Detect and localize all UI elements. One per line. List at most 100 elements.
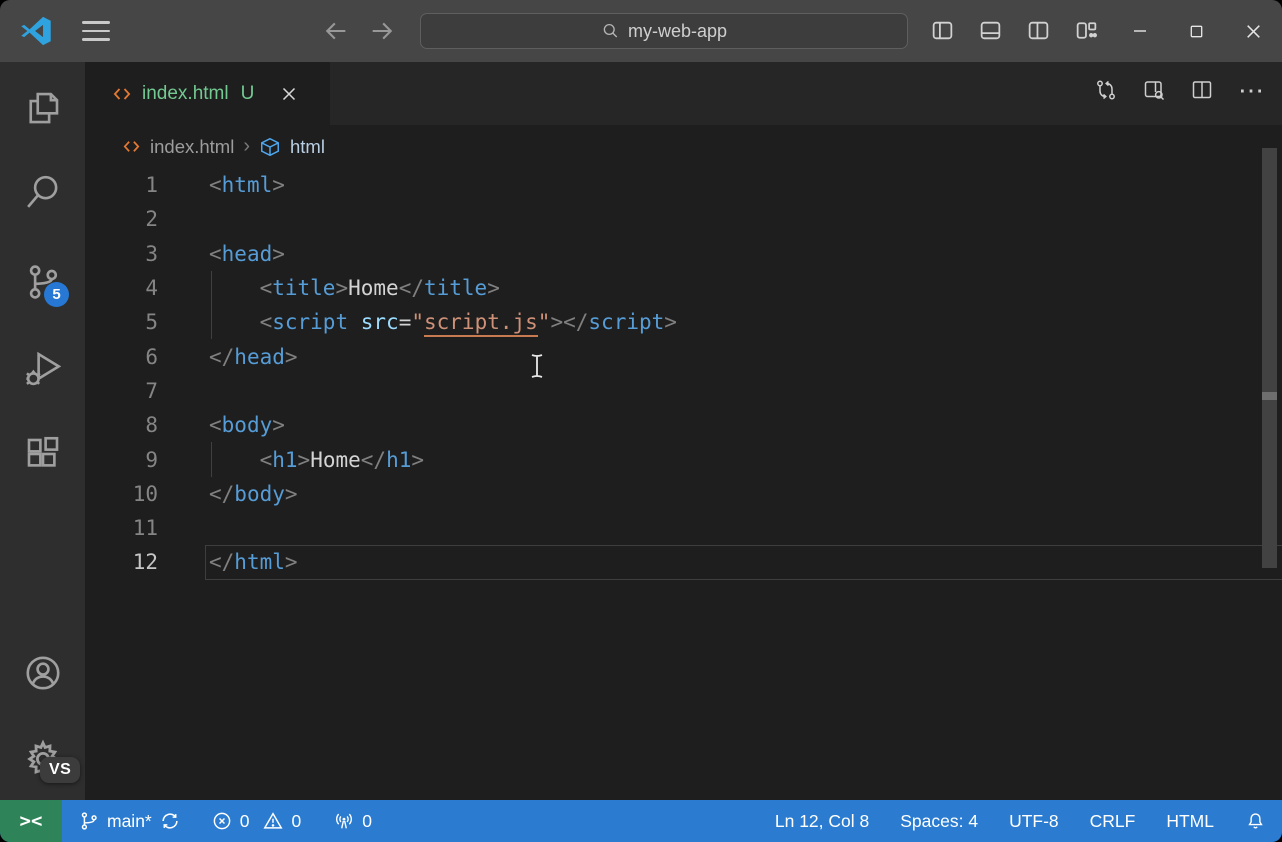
line-number[interactable]: 7 bbox=[85, 379, 158, 403]
open-changes-icon[interactable] bbox=[1094, 78, 1118, 102]
open-preview-icon[interactable] bbox=[1142, 78, 1166, 102]
line-number[interactable]: 2 bbox=[85, 207, 158, 231]
vscode-logo-icon bbox=[20, 15, 52, 47]
line-number[interactable]: 6 bbox=[85, 345, 158, 369]
tab-close-icon[interactable] bbox=[278, 83, 300, 105]
source-control-badge: 5 bbox=[44, 282, 69, 307]
maximize-button[interactable] bbox=[1168, 0, 1225, 62]
navigate-back-icon[interactable] bbox=[322, 17, 350, 45]
text-cursor-pointer bbox=[527, 352, 547, 380]
ports-status[interactable]: 0 bbox=[333, 810, 372, 832]
more-actions-icon[interactable]: ⋯ bbox=[1238, 78, 1264, 102]
code-text: <script src="script.js"></script> bbox=[209, 310, 677, 334]
editor-scrollbar[interactable] bbox=[1262, 148, 1277, 568]
editor-actions: ⋯ bbox=[1094, 78, 1264, 102]
search-view-icon[interactable] bbox=[0, 168, 85, 216]
code-text: <title>Home</title> bbox=[209, 276, 500, 300]
activity-bar: 5 VS bbox=[0, 62, 85, 800]
scrollbar-decoration bbox=[1262, 392, 1277, 400]
line-number[interactable]: 5 bbox=[85, 310, 158, 334]
breadcrumb-symbol[interactable]: html bbox=[290, 136, 325, 158]
eol-sequence[interactable]: CRLF bbox=[1090, 811, 1136, 832]
tab-index-html[interactable]: index.html U bbox=[85, 62, 330, 125]
remote-indicator[interactable]: >< bbox=[0, 800, 62, 842]
language-mode[interactable]: HTML bbox=[1166, 811, 1214, 832]
code-editor[interactable]: 1<html>23<head>4 <title>Home</title>5 <s… bbox=[85, 168, 1282, 800]
ports-count: 0 bbox=[362, 811, 372, 832]
radio-tower-icon bbox=[333, 810, 355, 832]
line-number[interactable]: 3 bbox=[85, 242, 158, 266]
indent-guide bbox=[211, 442, 212, 476]
menu-icon[interactable] bbox=[82, 21, 110, 41]
indent-guide bbox=[211, 305, 212, 339]
code-line[interactable]: 6 </head> bbox=[85, 339, 1282, 373]
branch-name: main* bbox=[107, 811, 152, 832]
tab-file-name: index.html bbox=[142, 83, 229, 105]
title-bar: my-web-app bbox=[0, 0, 1282, 62]
notifications-bell-icon[interactable] bbox=[1245, 811, 1266, 832]
close-button[interactable] bbox=[1225, 0, 1282, 62]
line-number[interactable]: 12 bbox=[85, 550, 158, 574]
breadcrumb: index.html › html bbox=[85, 125, 1282, 168]
git-branch-icon bbox=[78, 810, 100, 832]
code-line[interactable]: 4 <title>Home</title> bbox=[85, 271, 1282, 305]
code-line[interactable]: 12 </html> bbox=[85, 545, 1282, 579]
code-line[interactable]: 1 <html> bbox=[85, 168, 1282, 202]
code-text: <h1>Home</h1> bbox=[209, 448, 424, 472]
symbol-cube-icon bbox=[259, 136, 281, 158]
cursor-position[interactable]: Ln 12, Col 8 bbox=[775, 811, 869, 832]
warnings-count: 0 bbox=[291, 811, 301, 832]
chevron-right-icon: › bbox=[243, 135, 250, 158]
remote-icon: >< bbox=[20, 810, 43, 832]
sync-icon bbox=[159, 810, 181, 832]
line-number[interactable]: 8 bbox=[85, 413, 158, 437]
branch-status[interactable]: main* bbox=[78, 810, 181, 832]
code-line[interactable]: 5 <script src="script.js"></script> bbox=[85, 305, 1282, 339]
code-text: </head> bbox=[209, 345, 298, 369]
line-number[interactable]: 4 bbox=[85, 276, 158, 300]
code-text: </html> bbox=[209, 550, 298, 574]
line-number[interactable]: 10 bbox=[85, 482, 158, 506]
command-center-search[interactable]: my-web-app bbox=[420, 13, 908, 49]
search-icon bbox=[601, 22, 619, 40]
indent-guide bbox=[211, 271, 212, 305]
code-line[interactable]: 7 bbox=[85, 374, 1282, 408]
encoding[interactable]: UTF-8 bbox=[1009, 811, 1059, 832]
toggle-sidebar-icon[interactable] bbox=[930, 18, 955, 43]
html-file-icon bbox=[122, 137, 141, 156]
breadcrumb-file[interactable]: index.html bbox=[150, 136, 234, 158]
code-text: </body> bbox=[209, 482, 298, 506]
status-bar: >< main* 0 0 bbox=[0, 800, 1282, 842]
current-line-highlight bbox=[205, 545, 1282, 579]
problems-status[interactable]: 0 0 bbox=[211, 810, 301, 832]
toggle-panel-icon[interactable] bbox=[978, 18, 1003, 43]
line-number[interactable]: 9 bbox=[85, 448, 158, 472]
vs-cursor-badge: VS bbox=[40, 757, 80, 783]
code-line[interactable]: 9 <h1>Home</h1> bbox=[85, 442, 1282, 476]
code-text: <head> bbox=[209, 242, 285, 266]
navigate-forward-icon[interactable] bbox=[368, 17, 396, 45]
errors-count: 0 bbox=[240, 811, 250, 832]
line-number[interactable]: 1 bbox=[85, 173, 158, 197]
tab-modified-marker: U bbox=[241, 83, 255, 105]
code-line[interactable]: 11 bbox=[85, 511, 1282, 545]
split-editor-icon[interactable] bbox=[1190, 78, 1214, 102]
editor-lines: 1<html>23<head>4 <title>Home</title>5 <s… bbox=[85, 168, 1282, 580]
indentation[interactable]: Spaces: 4 bbox=[900, 811, 978, 832]
explorer-icon[interactable] bbox=[0, 84, 85, 132]
code-line[interactable]: 3 <head> bbox=[85, 237, 1282, 271]
code-line[interactable]: 8 <body> bbox=[85, 408, 1282, 442]
html-file-icon bbox=[112, 84, 132, 104]
source-control-icon[interactable]: 5 bbox=[0, 258, 85, 306]
line-number[interactable]: 11 bbox=[85, 516, 158, 540]
account-icon[interactable] bbox=[0, 649, 85, 697]
extensions-icon[interactable] bbox=[0, 430, 85, 478]
code-line[interactable]: 2 bbox=[85, 202, 1282, 236]
toggle-secondary-sidebar-icon[interactable] bbox=[1026, 18, 1051, 43]
code-text: <html> bbox=[209, 173, 285, 197]
run-debug-icon[interactable] bbox=[0, 345, 85, 393]
code-line[interactable]: 10 </body> bbox=[85, 477, 1282, 511]
customize-layout-icon[interactable] bbox=[1074, 18, 1099, 43]
minimize-button[interactable] bbox=[1111, 0, 1168, 62]
code-text: <body> bbox=[209, 413, 285, 437]
